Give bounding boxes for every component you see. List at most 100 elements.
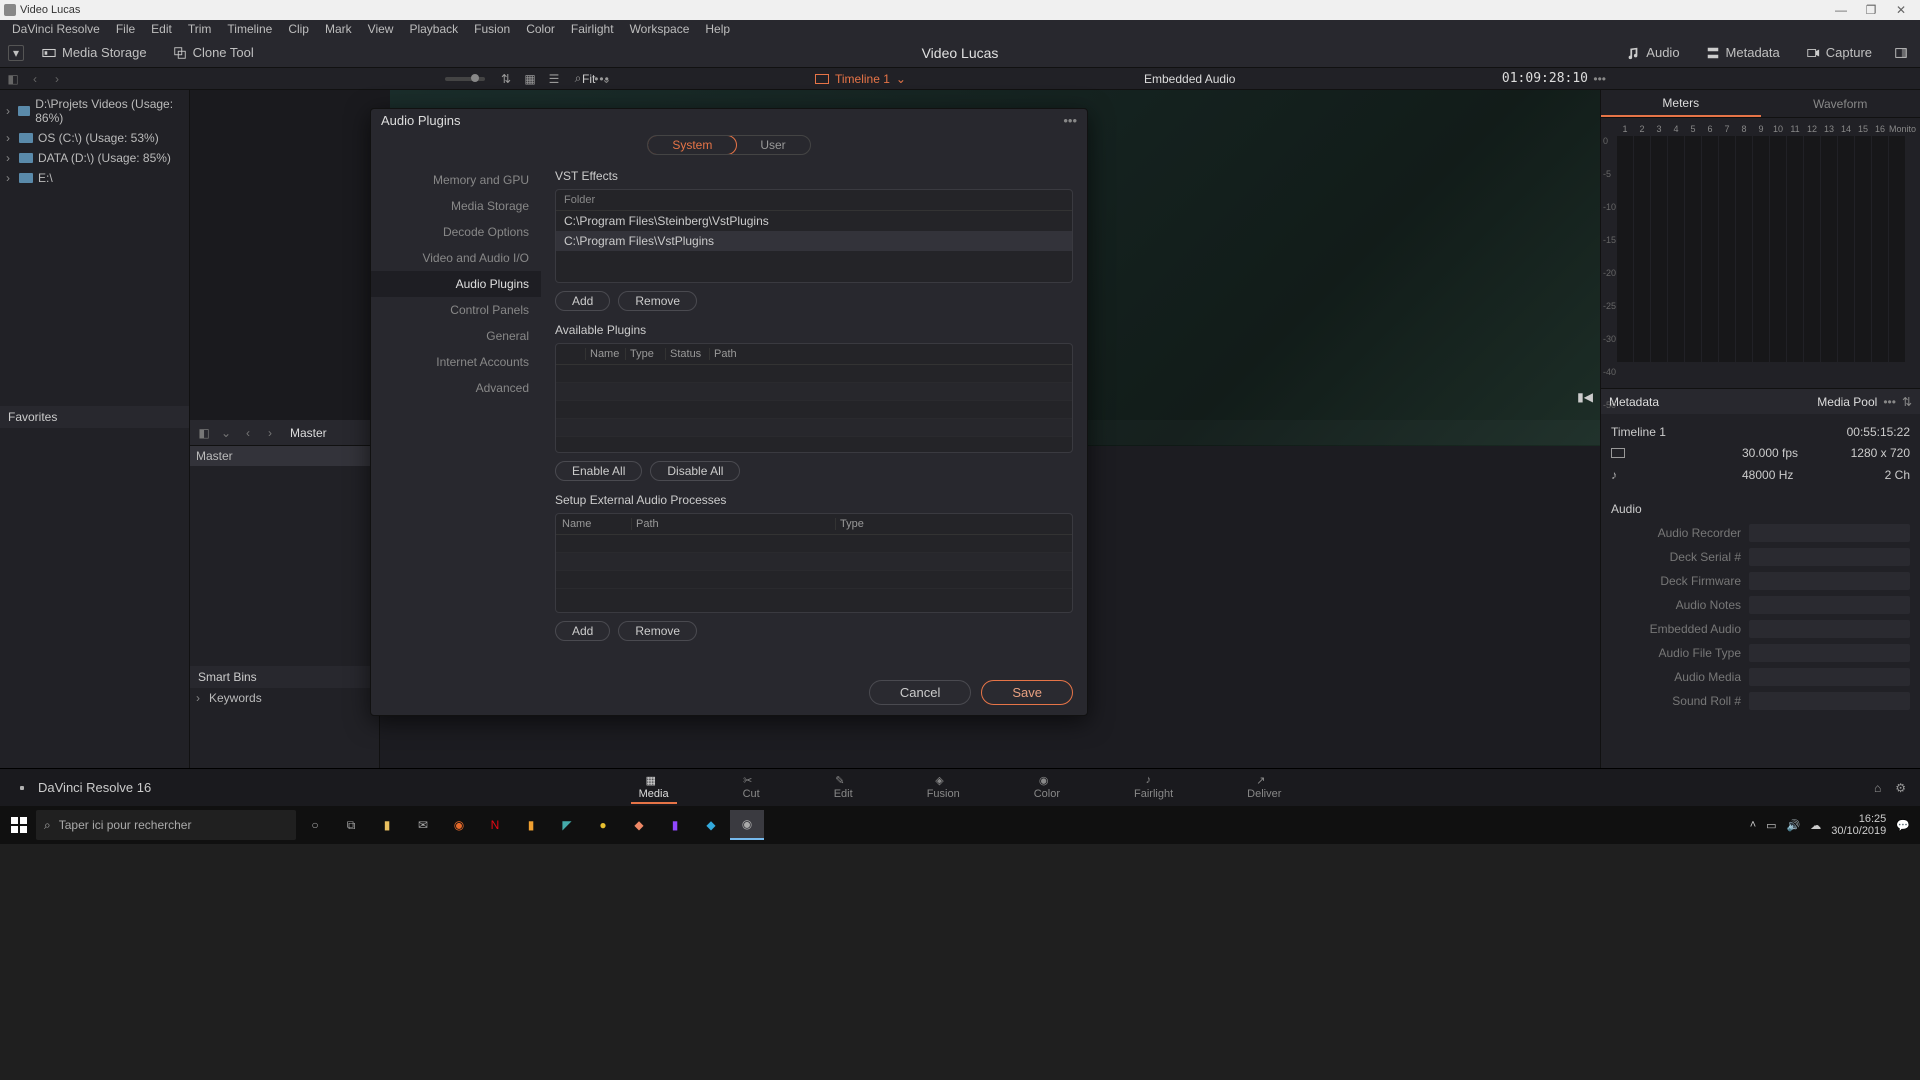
explorer-icon[interactable]: ▮ xyxy=(370,810,404,840)
start-button[interactable] xyxy=(4,810,34,840)
tab-system[interactable]: System xyxy=(647,135,737,155)
drive-item[interactable]: ›OS (C:\) (Usage: 53%) xyxy=(0,128,189,148)
prefs-nav-audio-plugins[interactable]: Audio Plugins xyxy=(371,271,541,297)
menu-mark[interactable]: Mark xyxy=(317,22,360,36)
enable-all-button[interactable]: Enable All xyxy=(555,461,642,481)
disable-all-button[interactable]: Disable All xyxy=(650,461,740,481)
metadata-sort-icon[interactable]: ⇅ xyxy=(1902,395,1912,409)
menu-edit[interactable]: Edit xyxy=(143,22,180,36)
inspector-button[interactable] xyxy=(1890,44,1912,62)
audio-field-input[interactable] xyxy=(1749,644,1910,662)
audio-panel-button[interactable]: Audio xyxy=(1618,43,1687,62)
menu-clip[interactable]: Clip xyxy=(280,22,317,36)
settings-gear-icon[interactable]: ⚙ xyxy=(1895,781,1906,795)
prev-clip-button[interactable]: ▮◀ xyxy=(1577,390,1593,404)
cancel-button[interactable]: Cancel xyxy=(869,680,971,705)
page-edit[interactable]: ✎Edit xyxy=(826,772,861,804)
menu-playback[interactable]: Playback xyxy=(401,22,466,36)
table-row[interactable] xyxy=(556,419,1072,437)
mail-icon[interactable]: ✉ xyxy=(406,810,440,840)
prefs-nav-decode-options[interactable]: Decode Options xyxy=(371,219,541,245)
prefs-nav-media-storage[interactable]: Media Storage xyxy=(371,193,541,219)
table-row[interactable] xyxy=(556,553,1072,571)
menu-trim[interactable]: Trim xyxy=(180,22,220,36)
bin-forward-button[interactable]: › xyxy=(262,425,278,441)
tray-volume-icon[interactable]: 🔊 xyxy=(1787,819,1801,832)
menu-fairlight[interactable]: Fairlight xyxy=(563,22,622,36)
bin-back-button[interactable]: ‹ xyxy=(240,425,256,441)
drive-item[interactable]: ›D:\Projets Videos (Usage: 86%) xyxy=(0,94,189,128)
bin-panel-icon[interactable]: ◧ xyxy=(196,425,212,441)
drive-item[interactable]: ›DATA (D:\) (Usage: 85%) xyxy=(0,148,189,168)
prefs-nav-video-and-audio-i-o[interactable]: Video and Audio I/O xyxy=(371,245,541,271)
nav-back-button[interactable]: ‹ xyxy=(26,70,44,88)
table-row[interactable] xyxy=(556,535,1072,553)
page-cut[interactable]: ✂Cut xyxy=(735,772,768,804)
dolphin-icon[interactable]: ◤ xyxy=(550,810,584,840)
media-storage-button[interactable]: Media Storage xyxy=(34,43,155,62)
list-view-icon[interactable]: ☰ xyxy=(545,70,563,88)
add-process-button[interactable]: Add xyxy=(555,621,610,641)
metadata-panel-button[interactable]: Metadata xyxy=(1698,43,1788,62)
twitch-icon[interactable]: ▮ xyxy=(658,810,692,840)
tray-display-icon[interactable]: ▭ xyxy=(1766,819,1776,832)
capture-button[interactable]: Capture xyxy=(1798,43,1880,62)
prefs-nav-general[interactable]: General xyxy=(371,323,541,349)
prefs-nav-memory-and-gpu[interactable]: Memory and GPU xyxy=(371,167,541,193)
taskview-icon[interactable]: ⧉ xyxy=(334,810,368,840)
page-media[interactable]: ▦Media xyxy=(631,772,677,804)
taskbar-search[interactable]: ⌕ Taper ici pour rechercher xyxy=(36,810,296,840)
menu-timeline[interactable]: Timeline xyxy=(219,22,280,36)
resolve-taskbar-icon[interactable]: ◉ xyxy=(730,810,764,840)
metadata-more-icon[interactable]: ••• xyxy=(1883,395,1896,409)
menu-file[interactable]: File xyxy=(108,22,143,36)
audio-field-input[interactable] xyxy=(1749,620,1910,638)
prefs-nav-control-panels[interactable]: Control Panels xyxy=(371,297,541,323)
save-button[interactable]: Save xyxy=(981,680,1073,705)
dialog-more-icon[interactable]: ••• xyxy=(1063,113,1077,128)
maximize-button[interactable]: ❐ xyxy=(1856,3,1886,17)
tray-chevron-icon[interactable]: ˄ xyxy=(1750,819,1756,831)
table-row[interactable] xyxy=(556,383,1072,401)
nav-forward-button[interactable]: › xyxy=(48,70,66,88)
timeline-dropdown[interactable]: Timeline 1 ⌄ xyxy=(815,72,906,86)
page-deliver[interactable]: ↗Deliver xyxy=(1239,772,1289,804)
audio-field-input[interactable] xyxy=(1749,596,1910,614)
bin-master-item[interactable]: Master xyxy=(190,446,379,466)
firefox-icon[interactable]: ◉ xyxy=(442,810,476,840)
sort-icon[interactable]: ⇅ xyxy=(497,70,515,88)
audio-field-input[interactable] xyxy=(1749,572,1910,590)
remove-process-button[interactable]: Remove xyxy=(618,621,697,641)
folder-row[interactable]: C:\Program Files\Steinberg\VstPlugins xyxy=(556,211,1072,231)
audio-field-input[interactable] xyxy=(1749,548,1910,566)
notifications-icon[interactable]: 💬 xyxy=(1896,819,1910,832)
page-color[interactable]: ◉Color xyxy=(1026,772,1068,804)
cortana-icon[interactable]: ○ xyxy=(298,810,332,840)
audio-field-input[interactable] xyxy=(1749,524,1910,542)
tab-user[interactable]: User xyxy=(736,136,809,154)
prefs-nav-internet-accounts[interactable]: Internet Accounts xyxy=(371,349,541,375)
menu-color[interactable]: Color xyxy=(518,22,563,36)
menu-help[interactable]: Help xyxy=(697,22,738,36)
menu-fusion[interactable]: Fusion xyxy=(466,22,518,36)
bin-dropdown-icon[interactable]: ⌄ xyxy=(218,425,234,441)
table-row[interactable] xyxy=(556,365,1072,383)
sublime-icon[interactable]: ▮ xyxy=(514,810,548,840)
zoom-fit-dropdown[interactable]: Fit⌄ xyxy=(582,72,611,86)
layout-dropdown[interactable]: ▾ xyxy=(8,45,24,61)
thumb-size-slider[interactable] xyxy=(445,77,485,81)
prefs-nav-advanced[interactable]: Advanced xyxy=(371,375,541,401)
viewer-more-icon[interactable]: ••• xyxy=(1593,72,1606,86)
menu-workspace[interactable]: Workspace xyxy=(622,22,698,36)
audio-field-input[interactable] xyxy=(1749,692,1910,710)
minimize-button[interactable]: — xyxy=(1826,3,1856,17)
coin-icon[interactable]: ● xyxy=(586,810,620,840)
page-fairlight[interactable]: ♪Fairlight xyxy=(1126,772,1181,804)
app-icon-2[interactable]: ◆ xyxy=(694,810,728,840)
panel-toggle-icon[interactable]: ◧ xyxy=(4,70,22,88)
menu-view[interactable]: View xyxy=(360,22,402,36)
page-fusion[interactable]: ◈Fusion xyxy=(919,772,968,804)
menu-davinci-resolve[interactable]: DaVinci Resolve xyxy=(4,22,108,36)
drive-item[interactable]: ›E:\ xyxy=(0,168,189,188)
table-row[interactable] xyxy=(556,571,1072,589)
